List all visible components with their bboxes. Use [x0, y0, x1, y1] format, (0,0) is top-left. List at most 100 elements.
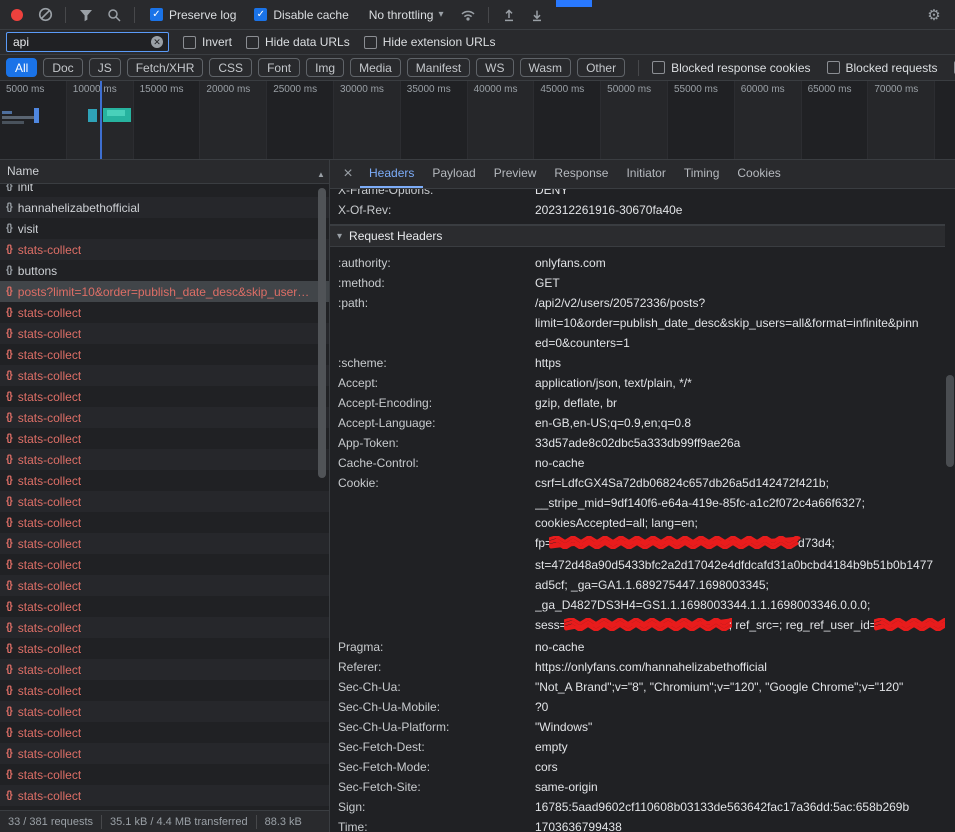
record-button[interactable] — [4, 3, 30, 27]
request-row[interactable]: {}stats-collect — [0, 428, 329, 449]
type-filter-all[interactable]: All — [6, 58, 37, 77]
blocked-response-cookies-checkbox[interactable]: Blocked response cookies — [652, 61, 810, 75]
timeline-tick-label: 35000 ms — [407, 84, 451, 95]
request-row[interactable]: {}stats-collect — [0, 575, 329, 596]
request-name: stats-collect — [18, 642, 81, 656]
disable-cache-checkbox[interactable]: ✓ Disable cache — [254, 8, 348, 22]
filter-bar: api ✕ Invert Hide data URLs Hide extensi… — [0, 30, 955, 55]
tab-payload[interactable]: Payload — [423, 160, 484, 188]
close-details-icon[interactable]: × — [336, 160, 360, 188]
search-icon — [107, 8, 121, 22]
request-row[interactable]: {}buttons — [0, 260, 329, 281]
tab-cookies[interactable]: Cookies — [728, 160, 789, 188]
request-row[interactable]: {}stats-collect — [0, 617, 329, 638]
import-har-button[interactable] — [496, 3, 522, 27]
request-row[interactable]: {}stats-collect — [0, 743, 329, 764]
json-request-icon: {} — [6, 769, 12, 780]
blocked-requests-checkbox[interactable]: Blocked requests — [827, 61, 938, 75]
type-filter-js[interactable]: JS — [89, 58, 121, 77]
invert-checkbox[interactable]: Invert — [183, 35, 232, 49]
type-filter-other[interactable]: Other — [577, 58, 625, 77]
request-row[interactable]: {}stats-collect — [0, 659, 329, 680]
request-name: stats-collect — [18, 495, 81, 509]
type-filter-wasm[interactable]: Wasm — [520, 58, 572, 77]
timeline-overview[interactable]: 5000 ms10000 ms15000 ms20000 ms25000 ms3… — [0, 81, 955, 160]
request-row[interactable]: {}visit — [0, 218, 329, 239]
type-filter-manifest[interactable]: Manifest — [407, 58, 470, 77]
request-row[interactable]: {}stats-collect — [0, 554, 329, 575]
request-row[interactable]: {}stats-collect — [0, 239, 329, 260]
request-row[interactable]: {}stats-collect — [0, 302, 329, 323]
tab-initiator[interactable]: Initiator — [617, 160, 674, 188]
name-column-header[interactable]: Name — [0, 160, 329, 184]
request-row[interactable]: {}stats-collect — [0, 407, 329, 428]
throttling-select[interactable]: No throttling ▾ — [369, 8, 444, 22]
request-row[interactable]: {}stats-collect — [0, 365, 329, 386]
request-row-selected[interactable]: {}posts?limit=10&order=publish_date_desc… — [0, 281, 329, 302]
request-row[interactable]: {}stats-collect — [0, 344, 329, 365]
type-filter-ws[interactable]: WS — [476, 58, 513, 77]
request-row[interactable]: {}stats-collect — [0, 491, 329, 512]
type-filter-fetch-xhr[interactable]: Fetch/XHR — [127, 58, 204, 77]
request-row[interactable]: {}stats-collect — [0, 701, 329, 722]
scrollbar-thumb[interactable] — [318, 188, 326, 478]
scrollbar-thumb[interactable] — [946, 375, 954, 467]
tab-response[interactable]: Response — [545, 160, 617, 188]
type-filter-css[interactable]: CSS — [209, 58, 252, 77]
timeline-tick-label: 50000 ms — [607, 84, 651, 95]
clear-filter-icon[interactable]: ✕ — [151, 36, 163, 48]
request-row[interactable]: {}hannahelizabethofficial — [0, 197, 329, 218]
scroll-up-arrow-icon[interactable]: ▲ — [317, 170, 325, 179]
request-name: stats-collect — [18, 306, 81, 320]
type-filter-font[interactable]: Font — [258, 58, 300, 77]
type-filter-media[interactable]: Media — [350, 58, 401, 77]
header-name: :scheme: — [330, 353, 535, 373]
request-row[interactable]: {}stats-collect — [0, 323, 329, 344]
hide-data-urls-checkbox[interactable]: Hide data URLs — [246, 35, 350, 49]
request-row[interactable]: {}stats-collect — [0, 596, 329, 617]
request-row[interactable]: {}stats-collect — [0, 722, 329, 743]
type-filter-doc[interactable]: Doc — [43, 58, 82, 77]
preserve-log-checkbox[interactable]: ✓ Preserve log — [150, 8, 236, 22]
network-conditions-button[interactable] — [455, 3, 481, 27]
timeline-tick-label: 40000 ms — [474, 84, 518, 95]
hide-extension-urls-checkbox[interactable]: Hide extension URLs — [364, 35, 496, 49]
header-row: Sec-Fetch-Site:same-origin — [330, 777, 945, 797]
request-row[interactable]: {}stats-collect — [0, 533, 329, 554]
request-name: stats-collect — [18, 453, 81, 467]
header-name: Sec-Ch-Ua-Platform: — [330, 717, 535, 737]
request-row[interactable]: {}stats-collect — [0, 470, 329, 491]
request-row[interactable]: {}stats-collect — [0, 512, 329, 533]
timeline-tick-label: 70000 ms — [874, 84, 918, 95]
json-request-icon: {} — [6, 538, 12, 549]
request-row[interactable]: {}stats-collect — [0, 638, 329, 659]
record-icon — [11, 9, 23, 21]
timeline-column: 50000 ms — [601, 81, 668, 159]
request-row[interactable]: {}stats-collect — [0, 680, 329, 701]
export-har-button[interactable] — [524, 3, 550, 27]
tab-preview[interactable]: Preview — [485, 160, 546, 188]
json-request-icon: {} — [6, 328, 12, 339]
request-headers-section-header[interactable]: ▾Request Headers — [330, 225, 945, 247]
settings-gear-icon[interactable]: ⚙ — [921, 3, 947, 27]
tab-headers[interactable]: Headers — [360, 160, 423, 188]
search-button[interactable] — [101, 3, 127, 27]
request-row[interactable]: {}init — [0, 184, 329, 197]
request-row[interactable]: {}stats-collect — [0, 764, 329, 785]
checkbox-checked-icon: ✓ — [150, 8, 163, 21]
type-filter-img[interactable]: Img — [306, 58, 344, 77]
details-scrollbar[interactable] — [945, 189, 955, 832]
request-name: stats-collect — [18, 558, 81, 572]
request-row[interactable]: {}stats-collect — [0, 386, 329, 407]
redaction-scribble — [874, 617, 945, 637]
request-row[interactable]: {}stats-collect — [0, 785, 329, 806]
header-name: X-Frame-Options: — [330, 189, 535, 200]
request-list-panel: Name {}init{}hannahelizabethofficial{}vi… — [0, 160, 330, 832]
filter-toggle-button[interactable] — [73, 3, 99, 27]
request-list-scrollbar[interactable]: ▲ — [317, 186, 327, 808]
clear-button[interactable] — [32, 3, 58, 27]
tab-timing[interactable]: Timing — [675, 160, 729, 188]
request-row[interactable]: {}stats-collect — [0, 449, 329, 470]
filter-input[interactable]: api ✕ — [6, 32, 169, 52]
toolbar-divider — [134, 7, 135, 23]
